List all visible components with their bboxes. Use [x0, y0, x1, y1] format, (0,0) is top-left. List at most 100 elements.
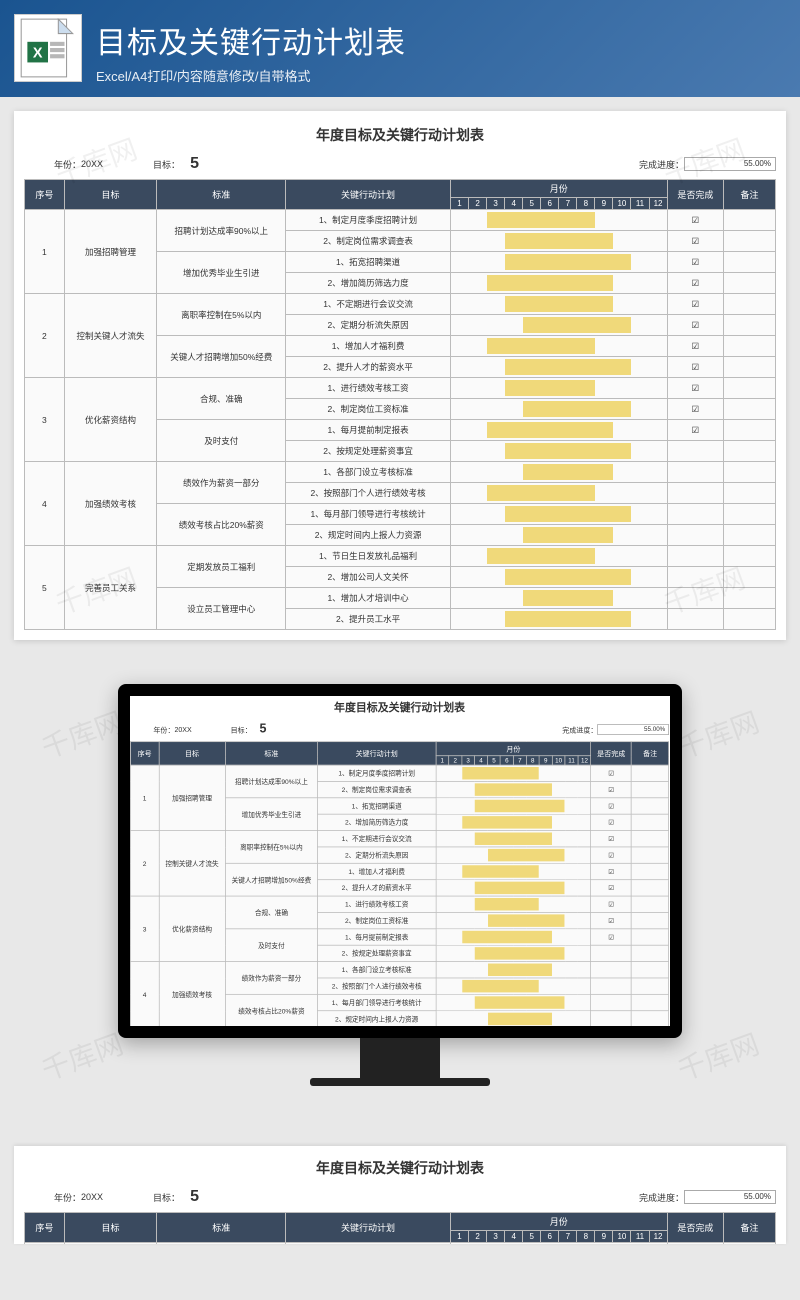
cell-note[interactable]: [724, 399, 776, 420]
cell-done[interactable]: ☑: [667, 399, 724, 420]
cell-note[interactable]: [632, 765, 669, 781]
cell-note[interactable]: [632, 847, 669, 863]
cell-standard: 招聘计划达成率90%以上: [225, 765, 317, 798]
cell-done[interactable]: ☑: [591, 896, 632, 912]
cell-standard: 离职率控制在5%以内: [157, 294, 286, 336]
cell-done[interactable]: ☑: [667, 1243, 724, 1245]
cell-done[interactable]: ☑: [667, 315, 724, 336]
cell-note[interactable]: [724, 525, 776, 546]
cell-seq: 4: [25, 462, 65, 546]
cell-done[interactable]: ☑: [591, 814, 632, 830]
cell-note[interactable]: [724, 294, 776, 315]
cell-action: 1、节日生日发放礼品福利: [286, 546, 451, 567]
cell-done[interactable]: ☑: [591, 798, 632, 814]
cell-note[interactable]: [724, 1243, 776, 1245]
cell-action: 1、每月部门领导进行考核统计: [286, 504, 451, 525]
cell-note[interactable]: [724, 609, 776, 630]
cell-done[interactable]: ☑: [667, 378, 724, 399]
cell-note[interactable]: [724, 546, 776, 567]
cell-note[interactable]: [632, 831, 669, 847]
goal-value: 5: [260, 723, 267, 737]
cell-done[interactable]: ☑: [591, 831, 632, 847]
cell-done[interactable]: [667, 441, 724, 462]
cell-standard: 增加优秀毕业生引进: [157, 252, 286, 294]
cell-note[interactable]: [724, 462, 776, 483]
cell-note[interactable]: [724, 504, 776, 525]
cell-done[interactable]: [591, 994, 632, 1010]
cell-note[interactable]: [632, 798, 669, 814]
cell-done[interactable]: [667, 525, 724, 546]
cell-done[interactable]: [591, 1011, 632, 1026]
cell-done[interactable]: ☑: [591, 765, 632, 781]
cell-done[interactable]: [591, 962, 632, 978]
cell-done[interactable]: ☑: [667, 252, 724, 273]
plan-table: 序号目标标准关键行动计划月份是否完成备注1234567891011121加强招聘…: [24, 179, 776, 630]
cell-note[interactable]: [632, 1011, 669, 1026]
cell-note[interactable]: [632, 994, 669, 1010]
cell-action: 1、各部门设立考核标准: [286, 462, 451, 483]
cell-note[interactable]: [724, 336, 776, 357]
cell-note[interactable]: [632, 863, 669, 879]
info-row: 年份： 20XX 目标： 5 完成进度： 55.00%: [130, 721, 669, 741]
cell-done[interactable]: [667, 588, 724, 609]
year-label: 年份：: [153, 724, 174, 734]
cell-done[interactable]: ☑: [591, 847, 632, 863]
cell-note[interactable]: [632, 880, 669, 896]
cell-note[interactable]: [632, 945, 669, 961]
cell-note[interactable]: [724, 378, 776, 399]
cell-done[interactable]: ☑: [591, 880, 632, 896]
cell-note[interactable]: [724, 210, 776, 231]
cell-done[interactable]: ☑: [591, 912, 632, 928]
cell-note[interactable]: [632, 929, 669, 945]
cell-action: 2、定期分析流失原因: [318, 847, 436, 863]
cell-goal: 加强绩效考核: [159, 962, 225, 1026]
cell-note[interactable]: [724, 420, 776, 441]
cell-done[interactable]: [667, 546, 724, 567]
cell-done[interactable]: [591, 945, 632, 961]
cell-done[interactable]: ☑: [667, 420, 724, 441]
table-row: 2控制关键人才流失离职率控制在5%以内1、不定期进行会议交流☑: [25, 294, 776, 315]
cell-standard: 招聘计划达成率90%以上: [157, 210, 286, 252]
cell-goal: 优化薪资结构: [64, 378, 157, 462]
cell-note[interactable]: [632, 814, 669, 830]
cell-done[interactable]: ☑: [667, 357, 724, 378]
cell-done[interactable]: ☑: [667, 210, 724, 231]
progress-bar: 55.00%: [597, 724, 669, 735]
cell-note[interactable]: [724, 588, 776, 609]
cell-done[interactable]: ☑: [667, 231, 724, 252]
cell-action: 1、每月提前制定报表: [318, 929, 436, 945]
cell-done[interactable]: ☑: [591, 863, 632, 879]
month-header: 8: [526, 756, 539, 765]
cell-done[interactable]: [591, 978, 632, 994]
cell-note[interactable]: [724, 357, 776, 378]
cell-done[interactable]: [667, 567, 724, 588]
cell-done[interactable]: [667, 483, 724, 504]
col-action: 关键行动计划: [318, 742, 436, 765]
cell-note[interactable]: [724, 567, 776, 588]
cell-action: 1、各部门设立考核标准: [318, 962, 436, 978]
cell-note[interactable]: [724, 273, 776, 294]
cell-done[interactable]: ☑: [591, 929, 632, 945]
cell-done[interactable]: ☑: [667, 273, 724, 294]
cell-note[interactable]: [632, 978, 669, 994]
cell-done[interactable]: ☑: [591, 781, 632, 797]
cell-done[interactable]: ☑: [667, 294, 724, 315]
cell-done[interactable]: ☑: [667, 336, 724, 357]
month-header: 4: [505, 198, 523, 210]
cell-note[interactable]: [724, 483, 776, 504]
cell-note[interactable]: [724, 252, 776, 273]
cell-done[interactable]: [667, 504, 724, 525]
gantt-cell: [436, 781, 591, 797]
progress-label: 完成进度：: [639, 1191, 684, 1204]
cell-note[interactable]: [632, 781, 669, 797]
cell-done[interactable]: [667, 609, 724, 630]
cell-note[interactable]: [632, 912, 669, 928]
cell-note[interactable]: [724, 441, 776, 462]
month-header: 10: [613, 198, 631, 210]
cell-note[interactable]: [632, 896, 669, 912]
cell-done[interactable]: [667, 462, 724, 483]
cell-note[interactable]: [632, 962, 669, 978]
col-action: 关键行动计划: [286, 1213, 451, 1243]
cell-note[interactable]: [724, 315, 776, 336]
cell-note[interactable]: [724, 231, 776, 252]
